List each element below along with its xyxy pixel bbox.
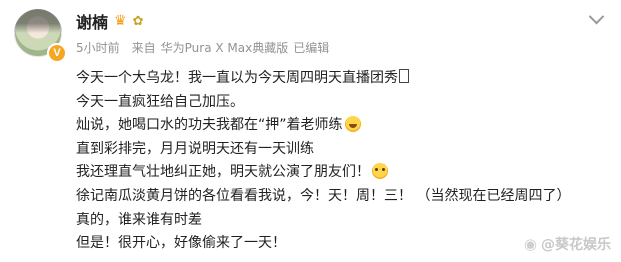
post-body: 今天一个大乌龙！我一直以为今天周四明天直播团秀 今天一直疯狂给自己加压。 灿说，… xyxy=(76,67,616,256)
pleading-emoji-icon xyxy=(372,163,388,180)
crown-icon[interactable]: ♛ xyxy=(114,14,127,28)
avatar-hair xyxy=(14,9,62,33)
author-name[interactable]: 谢楠 xyxy=(76,9,108,33)
post-line: 真的，谁来谁有时差 xyxy=(76,211,202,228)
post-line: 我还理直气壮地纠正她，明天就公演了朋友们！ xyxy=(76,161,616,185)
flower-icon[interactable]: ✿ xyxy=(133,15,144,28)
from-label: 来自 xyxy=(131,41,156,55)
post-meta: 5小时前 来自 华为Pura X Max典藏版 已编辑 xyxy=(76,39,329,56)
laughing-emoji-icon xyxy=(344,116,361,133)
device-label[interactable]: 华为Pura X Max典藏版 xyxy=(161,39,289,56)
post-time[interactable]: 5小时前 xyxy=(76,39,120,56)
post-line: 直到彩排完，月月说明天还有一天训练 xyxy=(76,140,314,157)
post-line: 今天一直疯狂给自己加压。 xyxy=(76,93,244,110)
edited-label[interactable]: 已编辑 xyxy=(293,39,329,56)
post-line: 今天一个大乌龙！我一直以为今天周四明天直播团秀 xyxy=(76,67,616,91)
weibo-logo-icon: ◉ xyxy=(523,235,537,253)
watermark: ◉ @葵花娱乐 xyxy=(524,234,611,254)
post-line: 徐记南瓜淡黄月饼的各位看看我说，今！天！周！三！ （当然现在已经周四了） xyxy=(76,187,571,204)
verified-badge: V xyxy=(47,43,67,63)
author-row: 谢楠 ♛ ✿ xyxy=(76,10,143,32)
post-line: 灿说，她喝口水的功夫我都在“押”着老师练 xyxy=(76,114,616,138)
chevron-down-icon[interactable] xyxy=(585,8,607,30)
missing-glyph-icon xyxy=(399,69,409,83)
watermark-text: @葵花娱乐 xyxy=(541,237,611,253)
